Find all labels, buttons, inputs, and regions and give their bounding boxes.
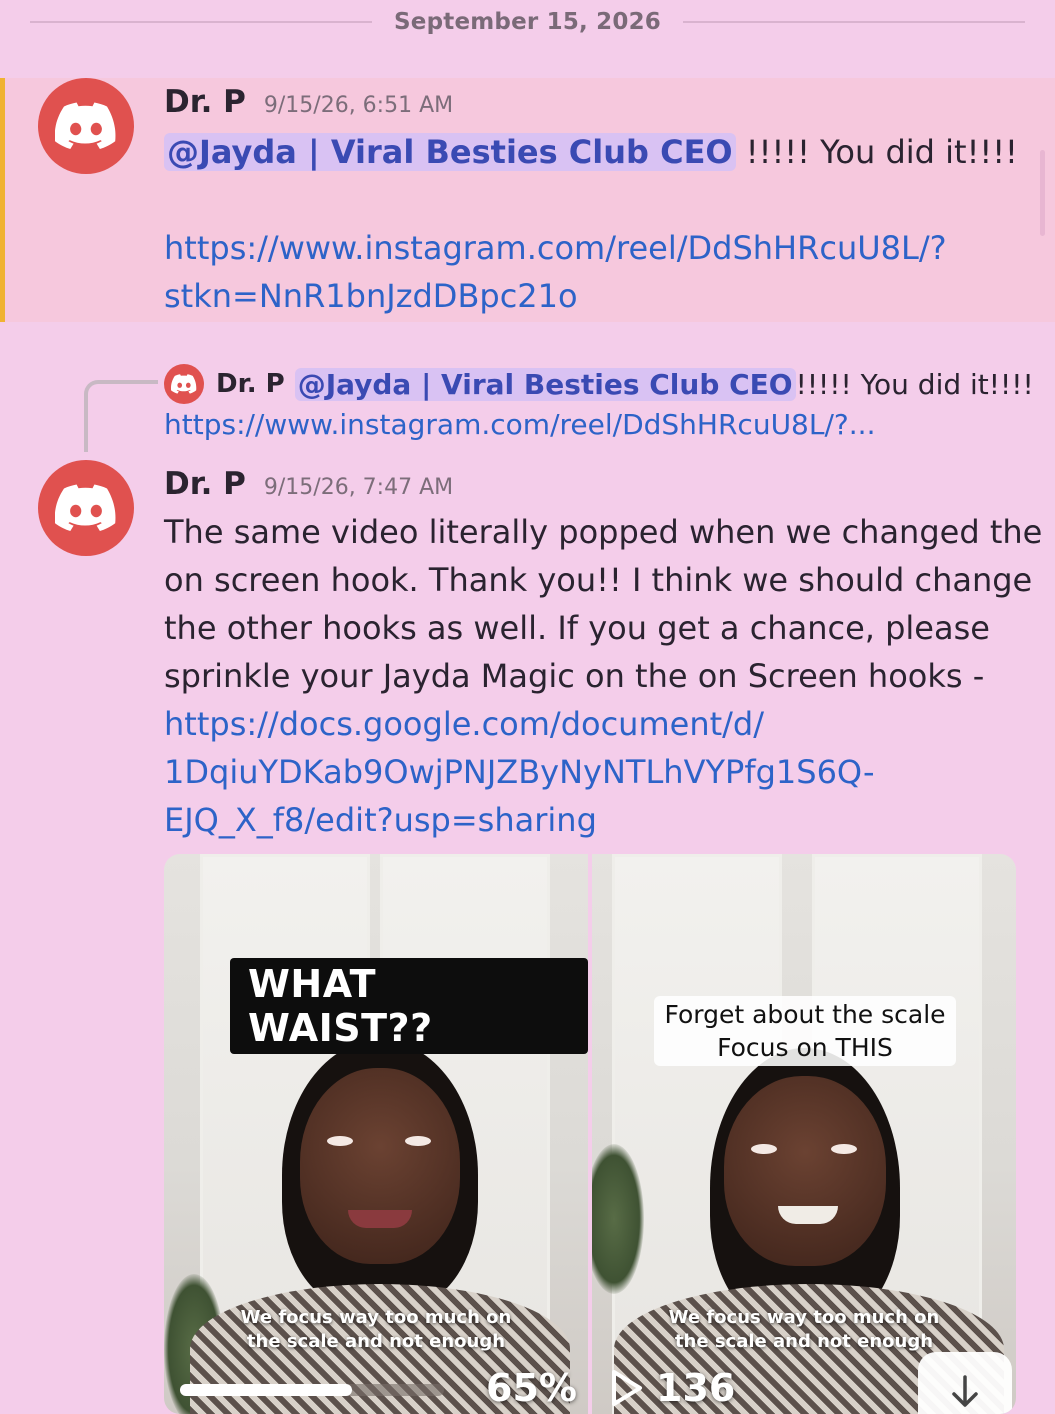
play-count-value: 136 xyxy=(656,1366,736,1410)
discord-logo-icon xyxy=(171,374,197,394)
play-icon xyxy=(612,1370,642,1406)
message-content: @Jayda | Viral Besties Club CEO !!!!! Yo… xyxy=(164,128,1024,320)
eye xyxy=(831,1144,857,1154)
reply-link-preview[interactable]: https://www.instagram.com/reel/DdShHRcuU… xyxy=(164,408,875,441)
video-caption: We focus way too much on the scale and n… xyxy=(164,1306,588,1354)
eye xyxy=(751,1144,777,1154)
media-attachments: WHAT WAIST?? We focus way too much on th… xyxy=(164,854,1016,1414)
date-divider-text: September 15, 2026 xyxy=(394,9,661,35)
reply-avatar xyxy=(164,364,204,404)
video-caption: We focus way too much on the scale and n… xyxy=(592,1306,1016,1354)
google-doc-link-continued[interactable]: EJQ_X_f8/edit?usp=sharing xyxy=(164,796,1044,844)
progress-bar xyxy=(180,1384,444,1396)
caption-line: the scale and not enough xyxy=(246,1331,506,1352)
download-icon xyxy=(952,1375,978,1407)
reply-connector xyxy=(84,380,158,452)
divider-line-left xyxy=(30,21,373,23)
message-text-line: The same video literally popped when we … xyxy=(164,513,1043,551)
avatar[interactable] xyxy=(38,460,134,556)
eye xyxy=(327,1136,353,1146)
message-text-line: the other hooks as well. If you get a ch… xyxy=(164,609,990,647)
mention-highlight-bar xyxy=(0,78,5,322)
caption-line: the scale and not enough xyxy=(674,1331,934,1352)
on-screen-hook: WHAT WAIST?? xyxy=(230,958,588,1054)
caption-line: We focus way too much on xyxy=(240,1307,512,1328)
play-count: 136 xyxy=(610,1366,735,1410)
eye xyxy=(405,1136,431,1146)
message-content: The same video literally popped when we … xyxy=(164,508,1044,844)
instagram-link[interactable]: https://www.instagram.com/reel/DdShHRcuU… xyxy=(164,224,1024,272)
reply-preview[interactable]: Dr. P @Jayda | Viral Besties Club CEO !!… xyxy=(164,364,1034,404)
message-header: Dr. P 9/15/26, 6:51 AM xyxy=(164,84,453,120)
message-text: !!!!! You did it!!!! xyxy=(735,133,1018,171)
message-header: Dr. P 9/15/26, 7:47 AM xyxy=(164,466,453,502)
message-text-line: on screen hook. Thank you!! I think we s… xyxy=(164,561,1033,599)
timestamp: 9/15/26, 6:51 AM xyxy=(263,93,454,118)
hook-line: Focus on THIS xyxy=(717,1033,893,1062)
divider-line-right xyxy=(682,21,1025,23)
reply-author[interactable]: Dr. P xyxy=(216,369,285,399)
message-text-line: @Jayda | Viral Besties Club CEO !!!!! Yo… xyxy=(164,128,1024,176)
user-mention[interactable]: @Jayda | Viral Besties Club CEO xyxy=(164,133,736,171)
date-divider: September 15, 2026 xyxy=(30,0,1025,44)
progress-fill xyxy=(180,1384,352,1396)
instagram-link-continued[interactable]: stkn=NnR1bnJzdDBpc21o xyxy=(164,272,1024,320)
discord-logo-icon xyxy=(55,484,116,531)
reply-text: !!!!! You did it!!!! xyxy=(795,367,1034,401)
mouth xyxy=(778,1206,838,1224)
scrollbar[interactable] xyxy=(1040,150,1045,236)
author-name[interactable]: Dr. P xyxy=(164,84,246,120)
reply-mention[interactable]: @Jayda | Viral Besties Club CEO xyxy=(294,367,796,401)
on-screen-hook: Forget about the scale Focus on THIS xyxy=(654,996,956,1066)
timestamp: 9/15/26, 7:47 AM xyxy=(263,475,454,500)
face xyxy=(724,1076,886,1266)
mouth xyxy=(348,1210,412,1228)
author-name[interactable]: Dr. P xyxy=(164,466,246,502)
hook-line: Forget about the scale xyxy=(664,1000,946,1029)
download-button[interactable] xyxy=(918,1352,1012,1414)
caption-line: We focus way too much on xyxy=(668,1307,940,1328)
google-doc-link-continued[interactable]: 1DqiuYDKab9OwjPNJZByNyNTLhVYPfg1S6Q- xyxy=(164,748,1044,796)
face xyxy=(300,1068,460,1264)
message-text-line: sprinkle your Jayda Magic on the on Scre… xyxy=(164,657,985,695)
video-thumbnail[interactable]: Forget about the scale Focus on THIS We … xyxy=(592,854,1016,1414)
avatar[interactable] xyxy=(38,78,134,174)
progress-percent: 65% xyxy=(486,1366,577,1410)
discord-logo-icon xyxy=(55,102,116,149)
google-doc-link[interactable]: https://docs.google.com/document/d/ xyxy=(164,700,1044,748)
video-thumbnail[interactable]: WHAT WAIST?? We focus way too much on th… xyxy=(164,854,588,1414)
